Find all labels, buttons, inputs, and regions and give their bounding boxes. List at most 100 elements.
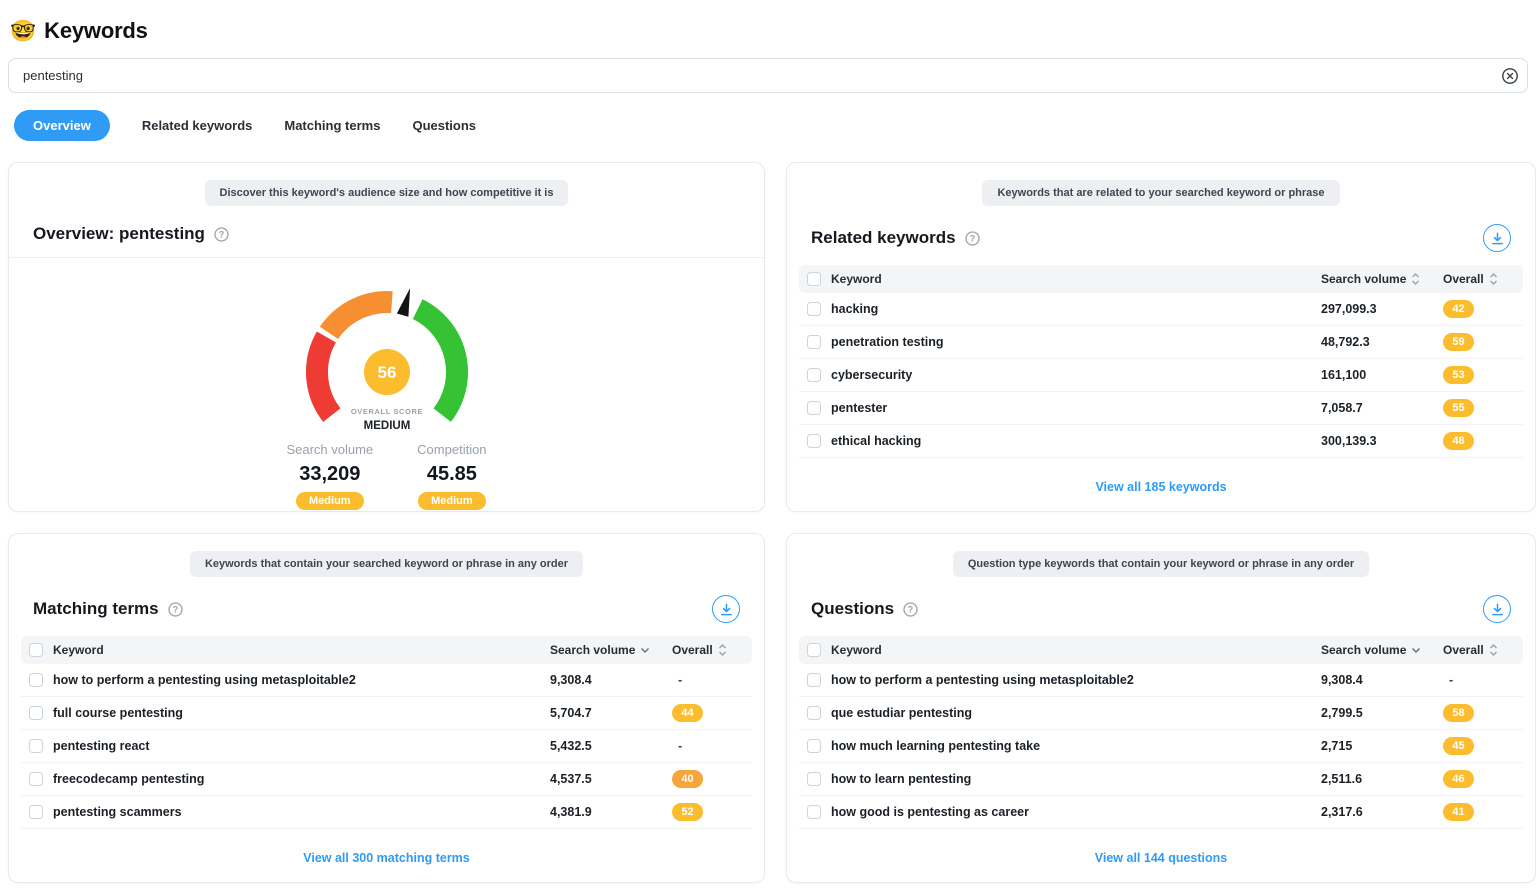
gauge-segment-red (316, 337, 331, 415)
table-row[interactable]: que estudiar pentesting 2,799.5 58 (799, 697, 1523, 730)
sort-icon[interactable] (718, 643, 727, 657)
table-row[interactable]: freecodecamp pentesting 4,537.5 40 (21, 763, 752, 796)
page-header: 🤓 Keywords (0, 0, 1536, 58)
table-row[interactable]: pentesting scammers 4,381.9 52 (21, 796, 752, 829)
keyword-cell: cybersecurity (831, 368, 912, 382)
row-checkbox[interactable] (807, 401, 821, 415)
tab-related-keywords[interactable]: Related keywords (142, 110, 253, 141)
row-checkbox[interactable] (807, 805, 821, 819)
tab-matching-terms[interactable]: Matching terms (284, 110, 380, 141)
row-checkbox[interactable] (807, 434, 821, 448)
overall-score-badge: 41 (1443, 803, 1474, 821)
row-checkbox[interactable] (807, 302, 821, 316)
select-all-checkbox[interactable] (807, 272, 821, 286)
gauge-segment-green (417, 309, 456, 415)
help-icon[interactable]: ? (168, 602, 183, 617)
chevron-down-icon[interactable] (640, 647, 650, 654)
row-checkbox[interactable] (29, 739, 43, 753)
row-checkbox[interactable] (807, 739, 821, 753)
tab-overview[interactable]: Overview (14, 110, 110, 141)
view-all-link[interactable]: View all 144 questions (1095, 851, 1227, 865)
table-row[interactable]: cybersecurity 161,100 53 (799, 359, 1523, 392)
tab-label: Matching terms (284, 118, 380, 133)
search-input[interactable] (8, 58, 1528, 93)
table-row[interactable]: pentesting react 5,432.5 - (21, 730, 752, 763)
matching-terms-card: Keywords that contain your searched keyw… (8, 533, 765, 883)
table-row[interactable]: how to perform a pentesting using metasp… (799, 664, 1523, 697)
help-icon[interactable]: ? (214, 227, 229, 242)
sort-icon[interactable] (1489, 643, 1498, 657)
table-header: Keyword Search volume Overall (799, 265, 1523, 293)
volume-cell: 2,799.5 (1321, 706, 1363, 720)
gauge-score-value: 56 (377, 363, 396, 382)
row-checkbox[interactable] (807, 673, 821, 687)
table-row[interactable]: how good is pentesting as career 2,317.6… (799, 796, 1523, 829)
tab-label: Overview (33, 118, 91, 133)
column-header-keyword[interactable]: Keyword (831, 272, 882, 286)
chevron-down-icon[interactable] (1411, 647, 1421, 654)
gauge-segment-orange (329, 302, 392, 333)
row-checkbox[interactable] (807, 706, 821, 720)
row-checkbox[interactable] (807, 772, 821, 786)
table-row[interactable]: full course pentesting 5,704.7 44 (21, 697, 752, 730)
select-all-checkbox[interactable] (807, 643, 821, 657)
keyword-cell: how good is pentesting as career (831, 805, 1029, 819)
sort-icon[interactable] (1411, 272, 1420, 286)
stat-level-badge: Medium (296, 492, 364, 510)
row-checkbox[interactable] (29, 772, 43, 786)
table-row[interactable]: how to perform a pentesting using metasp… (21, 664, 752, 697)
view-all-link[interactable]: View all 300 matching terms (303, 851, 470, 865)
row-checkbox[interactable] (29, 673, 43, 687)
table-row[interactable]: hacking 297,099.3 42 (799, 293, 1523, 326)
column-header-overall[interactable]: Overall (1443, 272, 1484, 286)
volume-cell: 161,100 (1321, 368, 1366, 382)
keyword-cell: pentester (831, 401, 887, 415)
svg-text:?: ? (969, 233, 975, 243)
volume-cell: 300,139.3 (1321, 434, 1377, 448)
clear-search-button[interactable] (1497, 63, 1523, 89)
row-checkbox[interactable] (807, 368, 821, 382)
table-row[interactable]: ethical hacking 300,139.3 48 (799, 425, 1523, 458)
row-checkbox[interactable] (29, 706, 43, 720)
view-all-link[interactable]: View all 185 keywords (1095, 480, 1226, 494)
download-button[interactable] (1483, 595, 1511, 623)
card-tooltip: Question type keywords that contain your… (953, 551, 1369, 577)
table-header: Keyword Search volume Overall (21, 636, 752, 664)
keyword-cell: full course pentesting (53, 706, 183, 720)
column-header-volume[interactable]: Search volume (550, 643, 635, 657)
column-header-volume[interactable]: Search volume (1321, 643, 1406, 657)
column-header-volume[interactable]: Search volume (1321, 272, 1406, 286)
circle-x-icon (1501, 67, 1519, 85)
column-header-overall[interactable]: Overall (1443, 643, 1484, 657)
volume-cell: 2,715 (1321, 739, 1352, 753)
card-title: Related keywords (811, 228, 956, 248)
table-row[interactable]: penetration testing 48,792.3 59 (799, 326, 1523, 359)
help-icon[interactable]: ? (965, 231, 980, 246)
gauge-score-level: MEDIUM (363, 420, 410, 432)
tab-questions[interactable]: Questions (412, 110, 476, 141)
column-header-keyword[interactable]: Keyword (831, 643, 882, 657)
column-header-overall[interactable]: Overall (672, 643, 713, 657)
stat-value: 45.85 (427, 463, 477, 486)
column-header-keyword[interactable]: Keyword (53, 643, 104, 657)
sort-icon[interactable] (1489, 272, 1498, 286)
overall-score-badge: 53 (1443, 366, 1474, 384)
keyword-cell: how to perform a pentesting using metasp… (53, 673, 356, 687)
download-icon (720, 603, 733, 616)
row-checkbox[interactable] (807, 335, 821, 349)
select-all-checkbox[interactable] (29, 643, 43, 657)
related-keywords-table: Keyword Search volume Overall (799, 265, 1523, 458)
download-button[interactable] (712, 595, 740, 623)
help-icon[interactable]: ? (903, 602, 918, 617)
row-checkbox[interactable] (29, 805, 43, 819)
stat-search-volume: Search volume 33,209 Medium (286, 442, 373, 510)
card-tooltip: Discover this keyword's audience size an… (205, 180, 569, 206)
keyword-cell: how to perform a pentesting using metasp… (831, 673, 1134, 687)
card-tooltip: Keywords that contain your searched keyw… (190, 551, 583, 577)
download-button[interactable] (1483, 224, 1511, 252)
table-row[interactable]: how much learning pentesting take 2,715 … (799, 730, 1523, 763)
table-row[interactable]: pentester 7,058.7 55 (799, 392, 1523, 425)
table-row[interactable]: how to learn pentesting 2,511.6 46 (799, 763, 1523, 796)
questions-card: Question type keywords that contain your… (786, 533, 1536, 883)
gauge-score-caption: OVERALL SCORE (350, 407, 422, 416)
